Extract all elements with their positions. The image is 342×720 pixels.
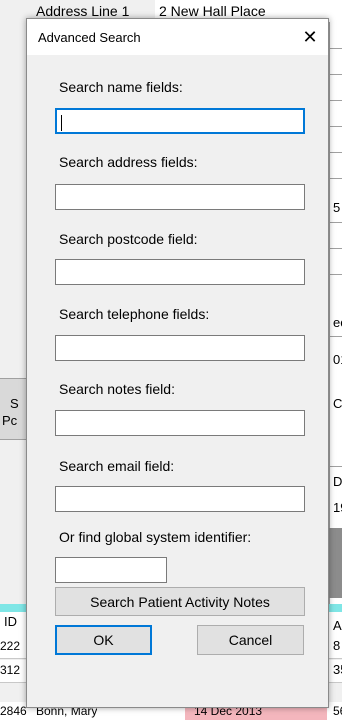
postcode-field-input[interactable] [55, 259, 305, 285]
bg-left-text: S [10, 396, 19, 411]
email-field-input[interactable] [55, 486, 305, 512]
bg-grey-panel [329, 528, 342, 598]
bg-right-text: 01 [333, 352, 342, 367]
bg-divider [329, 48, 342, 49]
bg-row-id: 2846 [0, 704, 27, 718]
telephone-fields-input[interactable] [55, 335, 305, 361]
bg-right-text: ec [333, 315, 342, 330]
name-fields-input[interactable] [55, 108, 305, 134]
ok-button[interactable]: OK [55, 625, 152, 655]
bg-divider [329, 178, 342, 179]
bg-divider [329, 74, 342, 75]
close-icon[interactable]: ✕ [298, 25, 322, 49]
postcode-field-label: Search postcode field: [59, 231, 198, 247]
bg-right-text: 56 [333, 704, 342, 718]
bg-divider [329, 274, 342, 275]
text-caret [61, 115, 62, 131]
search-activity-notes-button[interactable]: Search Patient Activity Notes [55, 587, 305, 616]
bg-right-text: D [333, 474, 342, 489]
global-id-label: Or find global system identifier: [59, 529, 252, 545]
bg-right-text: C [333, 396, 342, 411]
bg-divider [329, 248, 342, 249]
bg-divider [329, 336, 342, 337]
bg-right-text: 35 [333, 662, 342, 677]
advanced-search-dialog: Advanced Search ✕ Search name fields: Se… [26, 18, 329, 708]
cancel-button[interactable]: Cancel [197, 625, 304, 655]
bg-left-text: Pc [2, 413, 18, 428]
bg-row-id: 222 [0, 639, 21, 653]
bg-right-text: 8 [333, 638, 341, 653]
bg-divider [329, 152, 342, 153]
bg-divider [329, 466, 342, 467]
bg-right-text: 5 [333, 200, 341, 215]
bg-divider [329, 126, 342, 127]
dialog-titlebar[interactable]: Advanced Search ✕ [27, 19, 328, 55]
telephone-fields-label: Search telephone fields: [59, 306, 210, 322]
bg-divider [329, 100, 342, 101]
bg-row-id: 312 [0, 663, 21, 677]
dialog-title: Advanced Search [38, 30, 141, 45]
notes-field-input[interactable] [55, 410, 305, 436]
bg-divider [329, 222, 342, 223]
bg-right-text: A [333, 618, 342, 633]
global-id-input[interactable] [55, 557, 167, 583]
address-fields-label: Search address fields: [59, 154, 198, 170]
email-field-label: Search email field: [59, 458, 175, 474]
address-fields-input[interactable] [55, 184, 305, 210]
name-fields-label: Search name fields: [59, 79, 183, 95]
bg-id-header: ID [4, 614, 17, 629]
notes-field-label: Search notes field: [59, 381, 175, 397]
bg-right-text: 19 [333, 500, 342, 515]
